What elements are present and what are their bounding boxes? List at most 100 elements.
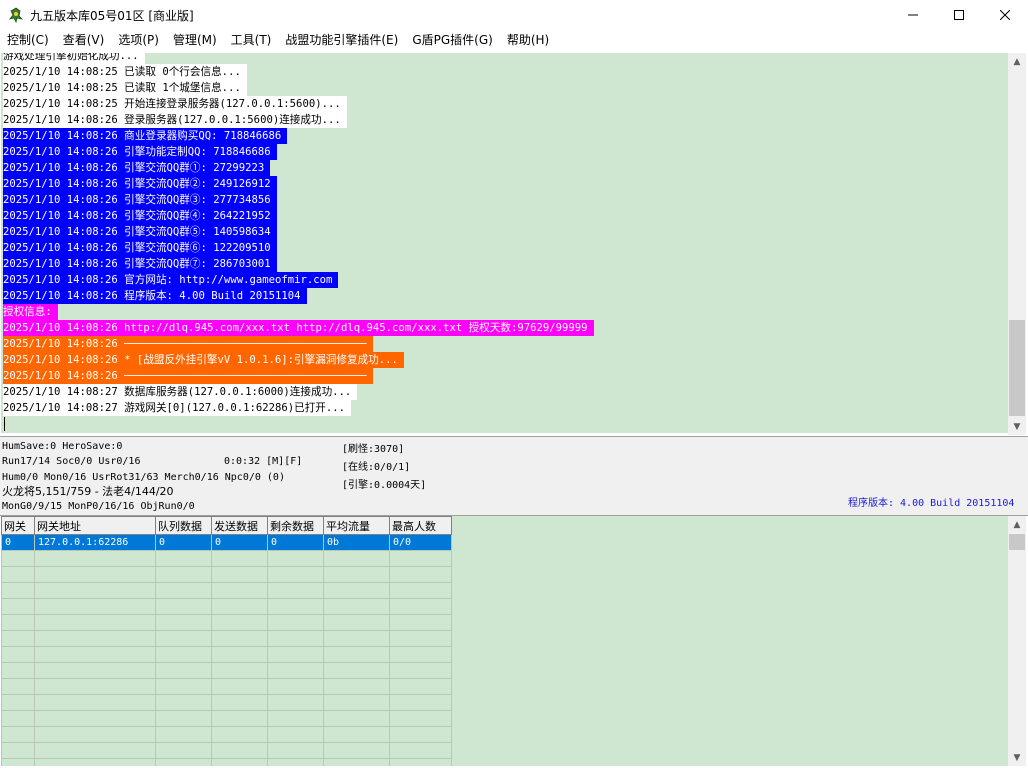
log-line: 2025/1/10 14:08:26 http://dlq.945.com/xx… (3, 320, 594, 336)
menu-help[interactable]: 帮助(H) (500, 30, 549, 50)
status-hum: Hum0/0 Mon0/16 UsrRot31/63 Merch0/16 Npc… (2, 472, 285, 483)
close-icon (1000, 10, 1010, 20)
grid-column-header[interactable]: 网关 (1, 516, 35, 535)
empty-cell (155, 614, 212, 631)
log-line: 2025/1/10 14:08:26 引擎功能定制QQ: 718846686 (3, 144, 277, 160)
log-line: 2025/1/10 14:08:26 引擎交流QQ群③: 277734856 (3, 192, 277, 208)
maximize-button[interactable] (936, 0, 982, 30)
empty-cell (155, 630, 212, 647)
menu-control[interactable]: 控制(C) (0, 30, 49, 50)
log-scrollbar[interactable]: ▲ ▼ (1008, 53, 1026, 435)
app-icon (9, 7, 24, 23)
empty-cell (34, 758, 156, 766)
empty-cell (211, 566, 268, 583)
empty-row (1, 726, 452, 743)
empty-cell (155, 726, 212, 743)
menu-options[interactable]: 选项(P) (111, 30, 159, 50)
grid-scrollbar[interactable]: ▲ ▼ (1008, 516, 1026, 766)
gateway-grid[interactable]: 网关 网关地址 队列数据 发送数据 剩余数据 平均流量 最高人数 0 127.0.0.1:62… (1, 516, 1008, 766)
log-line: 2025/1/10 14:08:26 登录服务器(127.0.0.1:5600)… (3, 112, 347, 128)
log-output[interactable]: 游戏处理引擎初始化成功... 2025/1/10 14:08:25 已读取 0个行… (1, 53, 1008, 433)
grid-scroll-thumb[interactable] (1009, 534, 1025, 550)
empty-cell (155, 742, 212, 759)
empty-cell (389, 742, 452, 759)
close-button[interactable] (982, 0, 1028, 30)
empty-row (1, 646, 452, 663)
table-cell: 0 (211, 534, 268, 551)
grid-column-header[interactable]: 最高人数 (389, 516, 452, 535)
empty-row (1, 758, 452, 766)
log-line: 2025/1/10 14:08:25 已读取 0个行会信息... (3, 64, 247, 80)
table-cell: 0b (323, 534, 390, 551)
empty-cell (211, 646, 268, 663)
grid-column-header[interactable]: 网关地址 (34, 516, 156, 535)
grid-column-header[interactable]: 发送数据 (211, 516, 268, 535)
empty-cell (155, 710, 212, 727)
status-panel: HumSave:0 HeroSave:0 Run17/14 Soc0/0 Usr… (0, 436, 1028, 516)
empty-cell (1, 566, 35, 583)
empty-cell (1, 582, 35, 599)
table-cell: 0 (155, 534, 212, 551)
grid-column-header[interactable]: 剩余数据 (267, 516, 324, 535)
log-line: 2025/1/10 14:08:26 程序版本: 4.00 Build 2015… (3, 288, 307, 304)
empty-row (1, 678, 452, 695)
empty-cell (155, 598, 212, 615)
log-line: 游戏处理引擎初始化成功... (3, 53, 145, 64)
log-line: 2025/1/10 14:08:27 游戏网关[0](127.0.0.1:622… (3, 400, 352, 416)
empty-cell (155, 678, 212, 695)
empty-row (1, 742, 452, 759)
empty-cell (389, 646, 452, 663)
grid-scroll-down-icon[interactable]: ▼ (1008, 749, 1026, 766)
status-boss: 火龙将5,151/759 - 法老4/144/20 (2, 485, 174, 498)
empty-cell (211, 742, 268, 759)
empty-cell (34, 662, 156, 679)
grid-scroll-up-icon[interactable]: ▲ (1008, 516, 1026, 533)
menu-tools[interactable]: 工具(T) (224, 30, 272, 50)
empty-cell (1, 598, 35, 615)
log-line: 2025/1/10 14:08:26 引擎交流QQ群①: 27299223 (3, 160, 271, 176)
scroll-up-icon[interactable]: ▲ (1008, 53, 1026, 70)
empty-cell (155, 566, 212, 583)
empty-cell (389, 726, 452, 743)
log-line: 2025/1/10 14:08:25 开始连接登录服务器(127.0.0.1:5… (3, 96, 347, 112)
empty-cell (34, 678, 156, 695)
empty-cell (323, 662, 390, 679)
menu-manage[interactable]: 管理(M) (166, 30, 217, 50)
log-line: 2025/1/10 14:08:26 商业登录器购买QQ: 718846686 (3, 128, 288, 144)
table-cell: 0 (1, 534, 35, 551)
status-online: [在线:0/0/1] (342, 462, 411, 473)
menu-view[interactable]: 查看(V) (56, 30, 105, 50)
empty-cell (34, 694, 156, 711)
log-scroll-thumb[interactable] (1009, 320, 1025, 416)
empty-cell (323, 550, 390, 567)
empty-cell (389, 662, 452, 679)
log-line: 2025/1/10 14:08:26 * [战盟反外挂引擎vV 1.0.1.6]… (3, 352, 404, 368)
empty-row (1, 614, 452, 631)
empty-cell (267, 614, 324, 631)
empty-cell (323, 694, 390, 711)
grid-column-header[interactable]: 队列数据 (155, 516, 212, 535)
empty-cell (267, 566, 324, 583)
empty-cell (155, 758, 212, 766)
window-title: 九五版本库05号01区 [商业版] (30, 9, 194, 23)
status-engine: [引擎:0.0004天] (342, 480, 427, 491)
log-line: 2025/1/10 14:08:26 引擎交流QQ群⑦: 286703001 (3, 256, 277, 272)
scroll-down-icon[interactable]: ▼ (1008, 418, 1026, 435)
empty-cell (323, 758, 390, 766)
empty-cell (34, 630, 156, 647)
empty-cell (323, 678, 390, 695)
grid-column-header[interactable]: 平均流量 (323, 516, 390, 535)
empty-cell (323, 582, 390, 599)
log-line: 2025/1/10 14:08:27 数据库服务器(127.0.0.1:6000… (3, 384, 358, 400)
empty-cell (389, 566, 452, 583)
menu-gshield-plugin[interactable]: G盾PG插件(G) (405, 30, 493, 50)
empty-cell (1, 726, 35, 743)
maximize-icon (954, 10, 964, 20)
table-row[interactable]: 0 127.0.0.1:62286 0 0 0 0b 0/0 (1, 534, 452, 551)
table-cell: 0/0 (389, 534, 452, 551)
empty-cell (34, 582, 156, 599)
menu-engine-plugin[interactable]: 战盟功能引擎插件(E) (278, 30, 398, 50)
minimize-button[interactable] (890, 0, 936, 30)
empty-cell (155, 582, 212, 599)
empty-cell (323, 646, 390, 663)
